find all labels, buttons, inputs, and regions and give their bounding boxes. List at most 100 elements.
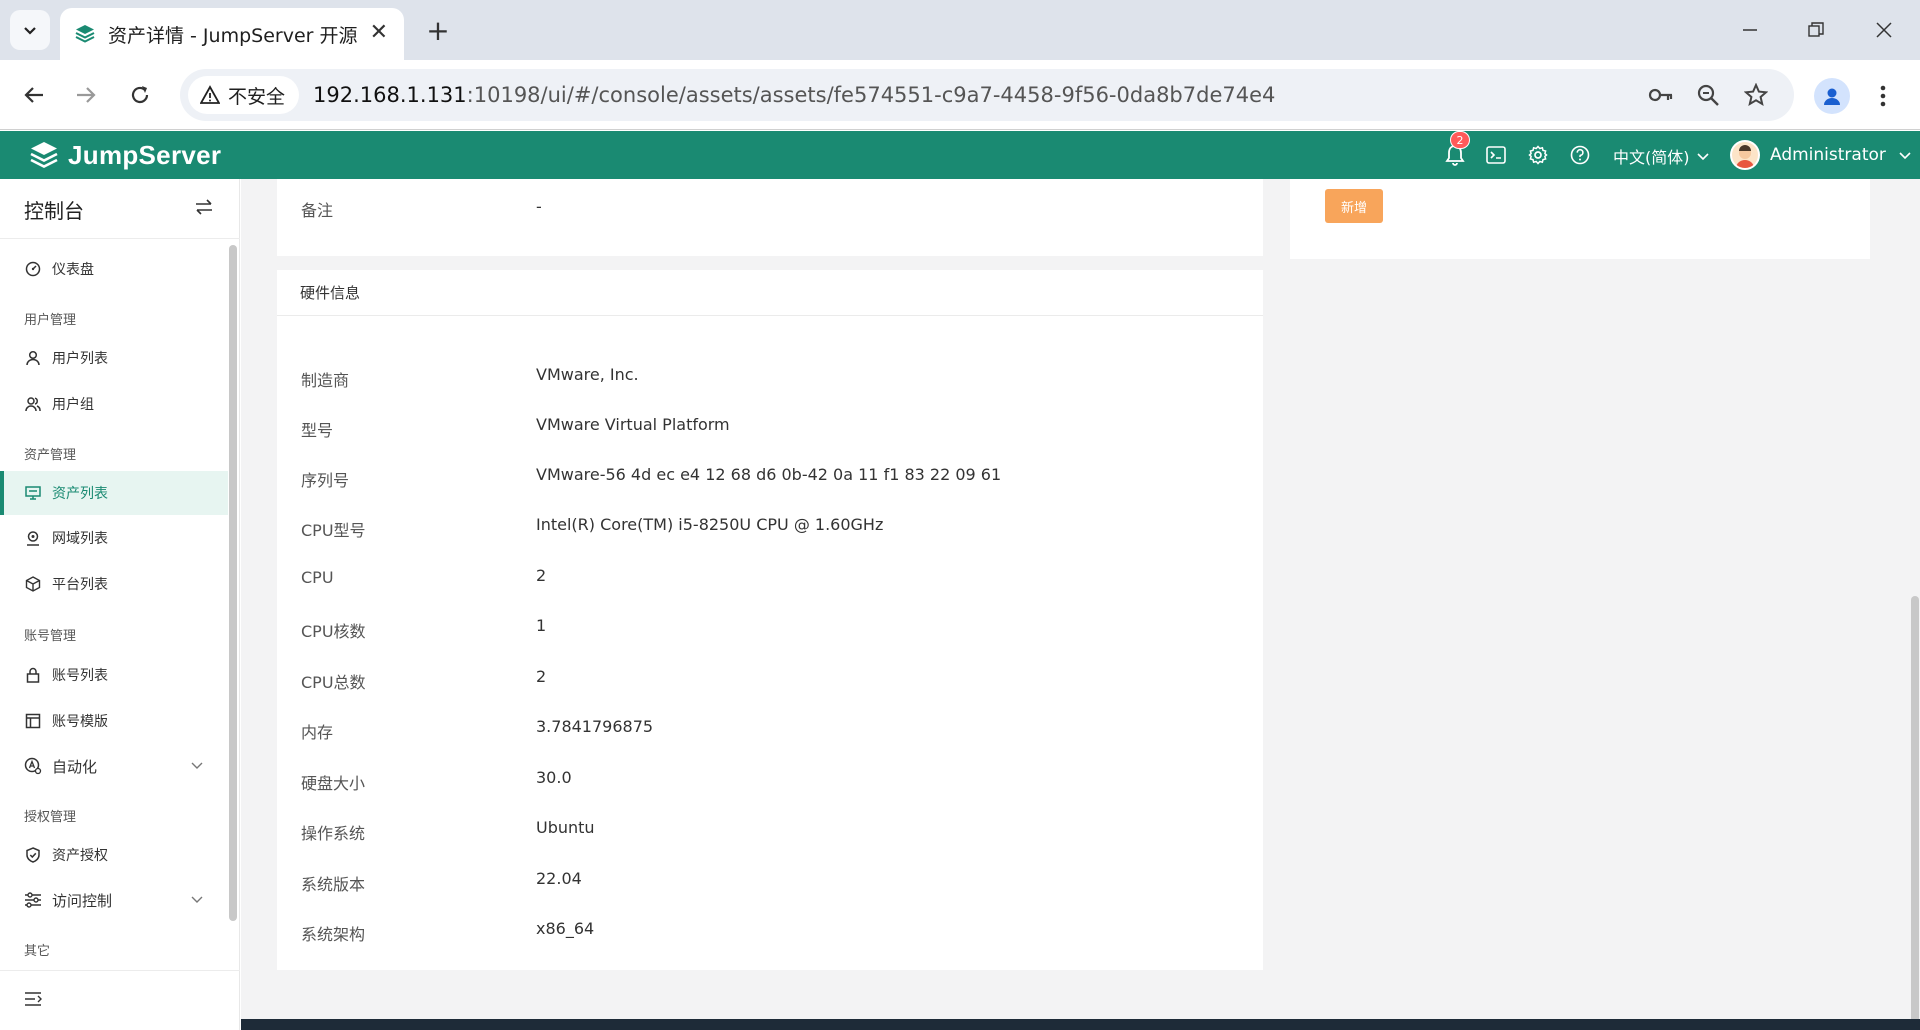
- hardware-card-title: 硬件信息: [300, 284, 361, 302]
- sidebar-item-asset-permission[interactable]: 资产授权: [0, 833, 228, 877]
- sidebar-group-user-management: 用户管理: [24, 313, 77, 328]
- sidebar-item-access-control[interactable]: 访问控制: [0, 878, 228, 922]
- new-tab-button[interactable]: +: [420, 12, 456, 48]
- warning-icon: [200, 85, 220, 104]
- omnibox[interactable]: 不安全 192.168.1.131:10198/ui/#/console/ass…: [180, 69, 1794, 121]
- tab-search-button[interactable]: [10, 10, 50, 50]
- reload-button[interactable]: [122, 77, 158, 113]
- detail-row: CPU总数 2: [277, 655, 1263, 705]
- switch-view-icon[interactable]: [194, 197, 214, 221]
- sidebar-item-domain-list[interactable]: 网域列表: [0, 516, 228, 560]
- row-key: CPU总数: [301, 673, 366, 692]
- tab-title: 资产详情 - JumpServer 开源堡垒机: [108, 24, 358, 47]
- sidebar-item-platform-list[interactable]: 平台列表: [0, 562, 228, 606]
- sidebar-title: 控制台: [24, 199, 84, 223]
- sidebar-group-asset-management: 资产管理: [24, 448, 77, 463]
- template-icon: [24, 712, 42, 730]
- row-value: VMware, Inc.: [536, 365, 639, 384]
- terminal-icon[interactable]: [1484, 143, 1508, 167]
- chevron-down-icon: [1899, 152, 1911, 160]
- jumpserver-favicon-icon: [75, 25, 95, 43]
- row-key: 制造商: [301, 371, 350, 390]
- sidebar-item-label: 账号列表: [52, 668, 108, 684]
- sidebar-group-account-management: 账号管理: [24, 629, 77, 644]
- row-value: Intel(R) Core(TM) i5-8250U CPU @ 1.60GHz: [536, 515, 884, 534]
- sidebar-scrollbar[interactable]: [229, 245, 237, 921]
- close-icon: [1876, 22, 1892, 38]
- dashboard-icon: [24, 260, 42, 278]
- chevron-down-icon: [1696, 153, 1709, 161]
- help-icon[interactable]: [1568, 143, 1592, 167]
- arrow-left-icon: [24, 87, 43, 103]
- forward-button[interactable]: [68, 77, 104, 113]
- app-header: JumpServer 2 中文(简体) Administrator: [0, 131, 1920, 179]
- row-key: 操作系统: [301, 824, 366, 843]
- basic-info-card: 备注 -: [277, 179, 1263, 256]
- security-label: 不安全: [228, 85, 286, 108]
- close-window-button[interactable]: [1864, 14, 1904, 46]
- row-value: 2: [536, 566, 547, 585]
- sidebar-group-other: 其它: [24, 944, 51, 959]
- profile-avatar-icon[interactable]: [1814, 78, 1850, 114]
- row-value: 30.0: [536, 768, 572, 787]
- sidebar-item-asset-list[interactable]: 资产列表: [0, 471, 228, 515]
- users-icon: [24, 395, 42, 413]
- remark-key: 备注: [301, 201, 334, 220]
- back-button[interactable]: [16, 77, 52, 113]
- minimize-button[interactable]: [1730, 14, 1770, 46]
- reload-icon: [131, 86, 149, 104]
- jumpserver-logo[interactable]: JumpServer: [28, 139, 221, 171]
- sidebar: 控制台 仪表盘 用户管理 用户列表 用户组 资产管理 资产列表 网域列表 平台列…: [0, 179, 240, 1030]
- sidebar-item-user-group[interactable]: 用户组: [0, 382, 228, 426]
- browser-tab[interactable]: 资产详情 - JumpServer 开源堡垒机 ✕: [60, 8, 404, 60]
- row-value: x86_64: [536, 919, 595, 938]
- user-menu[interactable]: Administrator: [1730, 140, 1912, 170]
- sidebar-item-account-template[interactable]: 账号模版: [0, 699, 228, 743]
- row-key: 系统架构: [301, 925, 366, 944]
- zoom-icon[interactable]: [1694, 81, 1722, 109]
- sidebar-item-label: 平台列表: [52, 577, 108, 593]
- row-value: Ubuntu: [536, 818, 595, 837]
- password-key-icon[interactable]: [1646, 81, 1674, 109]
- hardware-card-header: 硬件信息: [277, 270, 1263, 316]
- detail-row: 硬盘大小 30.0: [277, 756, 1263, 806]
- sidebar-item-label: 仪表盘: [52, 262, 94, 278]
- shield-icon: [24, 846, 42, 864]
- browser-menu-icon[interactable]: [1868, 78, 1898, 114]
- security-chip[interactable]: 不安全: [188, 76, 300, 114]
- sidebar-item-automation[interactable]: 自动化: [0, 744, 228, 788]
- main-scrollbar[interactable]: [1911, 596, 1919, 1030]
- lock-icon: [24, 666, 42, 684]
- bookmark-star-icon[interactable]: [1742, 81, 1770, 109]
- username: Administrator: [1770, 145, 1886, 165]
- minimize-icon: [1743, 29, 1757, 31]
- close-tab-icon[interactable]: ✕: [370, 20, 388, 45]
- url-host: 192.168.1.131: [313, 83, 467, 107]
- arrow-right-icon: [77, 87, 96, 103]
- notification-badge: 2: [1450, 131, 1470, 149]
- sidebar-item-dashboard[interactable]: 仪表盘: [0, 247, 228, 291]
- detail-row: 制造商 VMware, Inc.: [277, 353, 1263, 403]
- side-card: 新增: [1290, 179, 1870, 259]
- hardware-info-card: 硬件信息 制造商 VMware, Inc. 型号 VMware Virtual Pl…: [277, 270, 1263, 970]
- row-value: VMware Virtual Platform: [536, 415, 730, 434]
- detail-row: 操作系统 Ubuntu: [277, 806, 1263, 856]
- collapse-menu-icon[interactable]: [24, 991, 42, 1011]
- language-selector[interactable]: 中文(简体): [1613, 144, 1710, 168]
- row-key: 硬盘大小: [301, 774, 366, 793]
- sidebar-item-account-list[interactable]: 账号列表: [0, 653, 228, 697]
- user-avatar: [1730, 140, 1760, 170]
- row-key: 型号: [301, 421, 334, 440]
- add-button[interactable]: 新增: [1325, 189, 1383, 223]
- detail-row: CPU型号 Intel(R) Core(TM) i5-8250U CPU @ 1.…: [277, 503, 1263, 553]
- url-path: :10198/ui/#/console/assets/assets/fe5745…: [466, 83, 1276, 107]
- sidebar-item-label: 自动化: [52, 757, 98, 776]
- url-text[interactable]: 192.168.1.131:10198/ui/#/console/assets/…: [313, 83, 1275, 107]
- restore-button[interactable]: [1796, 14, 1836, 46]
- logo-icon: [30, 142, 58, 168]
- sidebar-item-user-list[interactable]: 用户列表: [0, 336, 228, 380]
- sidebar-item-label: 网域列表: [52, 531, 108, 547]
- remark-value: -: [536, 197, 542, 216]
- restore-icon: [1808, 22, 1824, 37]
- settings-gear-icon[interactable]: [1526, 143, 1550, 167]
